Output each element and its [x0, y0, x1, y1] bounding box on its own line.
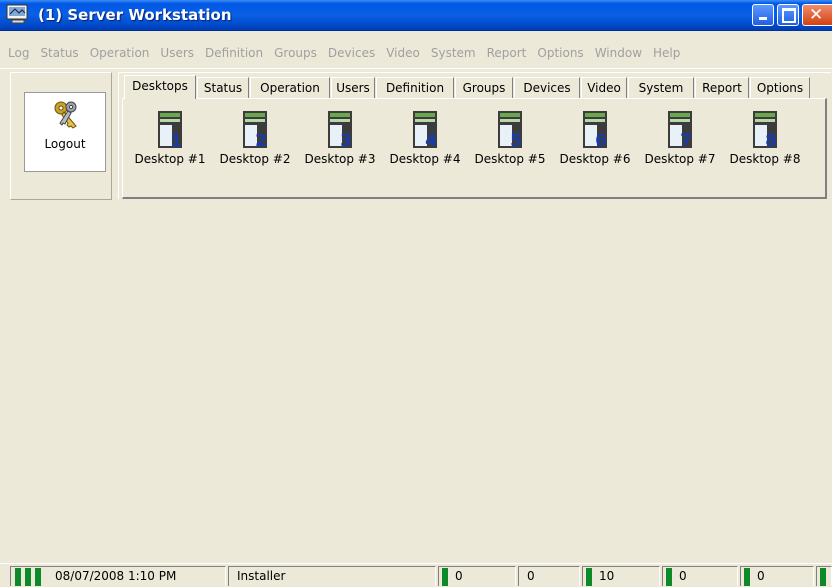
tab-operation[interactable]: Operation	[250, 77, 330, 98]
menu-log[interactable]: Log	[3, 46, 35, 60]
title-bar[interactable]: (1) Server Workstation ✕	[0, 0, 832, 31]
status-indicator	[442, 568, 448, 586]
menu-operation[interactable]: Operation	[85, 46, 156, 60]
desktop-label: Desktop #6	[559, 152, 631, 166]
desktop-icon: 3	[328, 111, 352, 150]
desktop-icon: 6	[583, 111, 607, 150]
menu-users[interactable]: Users	[155, 46, 200, 60]
svg-text:6: 6	[595, 131, 607, 150]
status-user-field: Installer	[228, 566, 436, 586]
menu-video[interactable]: Video	[381, 46, 426, 60]
tab-report[interactable]: Report	[695, 77, 749, 98]
desktop-button-2[interactable]: 2 Desktop #2	[214, 110, 296, 170]
desktop-icon: 7	[668, 111, 692, 150]
desktop-button-7[interactable]: 7 Desktop #7	[639, 110, 721, 170]
maximize-icon	[782, 8, 796, 23]
menu-definition[interactable]: Definition	[200, 46, 269, 60]
desktop-icon: 5	[498, 111, 522, 150]
desktop-button-3[interactable]: 3 Desktop #3	[299, 110, 381, 170]
status-indicator	[744, 568, 750, 586]
close-icon: ✕	[809, 5, 824, 25]
desktop-label: Desktop #2	[219, 152, 291, 166]
status-counter-field: 10	[582, 566, 660, 586]
menu-window[interactable]: Window	[590, 46, 648, 60]
tab-devices[interactable]: Devices	[514, 77, 580, 98]
desktop-label: Desktop #5	[474, 152, 546, 166]
menu-system[interactable]: System	[426, 46, 482, 60]
menu-options[interactable]: Options	[532, 46, 589, 60]
minimize-icon	[759, 17, 767, 20]
svg-text:4: 4	[425, 131, 437, 150]
desktop-label: Desktop #1	[134, 152, 206, 166]
status-counter: 0	[527, 569, 535, 583]
desktop-icon: 2	[243, 111, 267, 150]
tab-groups[interactable]: Groups	[455, 77, 513, 98]
menu-devices[interactable]: Devices	[323, 46, 381, 60]
tab-users[interactable]: Users	[331, 77, 375, 98]
status-datetime: 08/07/2008 1:10 PM	[55, 569, 177, 583]
desktop-icon: 1	[158, 111, 182, 150]
status-counter: 0	[679, 569, 687, 583]
desktop-icon: 8	[753, 111, 777, 150]
status-datetime-field: 08/07/2008 1:10 PM	[10, 566, 226, 586]
svg-text:8: 8	[765, 131, 777, 150]
workstation-app-icon[interactable]	[6, 3, 30, 25]
keys-icon	[54, 101, 77, 129]
svg-text:2: 2	[255, 131, 267, 150]
desktop-label: Desktop #8	[729, 152, 801, 166]
close-button[interactable]: ✕	[802, 4, 832, 26]
status-user: Installer	[237, 569, 286, 583]
window-title: (1) Server Workstation	[38, 6, 232, 24]
desktop-label: Desktop #7	[644, 152, 716, 166]
desktop-button-8[interactable]: 8 Desktop #8	[724, 110, 806, 170]
menu-groups[interactable]: Groups	[269, 46, 323, 60]
tab-definition[interactable]: Definition	[376, 77, 454, 98]
tab-system[interactable]: System	[628, 77, 694, 98]
status-end-field	[816, 566, 832, 586]
desktop-label: Desktop #3	[304, 152, 376, 166]
status-counter-field: 0	[740, 566, 814, 586]
tab-status[interactable]: Status	[197, 77, 249, 98]
svg-text:3: 3	[340, 131, 352, 150]
menu-help[interactable]: Help	[648, 46, 686, 60]
menu-status[interactable]: Status	[35, 46, 84, 60]
minimize-button[interactable]	[752, 4, 774, 26]
desktop-label: Desktop #4	[389, 152, 461, 166]
status-indicator	[15, 568, 21, 586]
svg-text:1: 1	[170, 131, 182, 150]
desktop-button-4[interactable]: 4 Desktop #4	[384, 110, 466, 170]
status-indicator	[586, 568, 592, 586]
main-workspace[interactable]	[0, 207, 832, 563]
desktop-button-1[interactable]: 1 Desktop #1	[129, 110, 211, 170]
status-counter-field: 0	[518, 566, 580, 586]
maximize-button[interactable]	[777, 4, 799, 26]
tab-options[interactable]: Options	[750, 77, 810, 98]
status-indicator	[820, 568, 826, 586]
status-counter: 0	[455, 569, 463, 583]
status-counter: 10	[599, 569, 615, 583]
logout-label: Logout	[44, 137, 86, 151]
tab-video[interactable]: Video	[581, 77, 627, 98]
desktop-button-6[interactable]: 6 Desktop #6	[554, 110, 636, 170]
status-counter-field: 0	[438, 566, 516, 586]
svg-text:7: 7	[680, 131, 692, 150]
tab-desktops[interactable]: Desktops	[124, 75, 196, 99]
menu-bar: Log Status Operation Users Definition Groups D…	[0, 44, 832, 62]
desktop-button-5[interactable]: 5 Desktop #5	[469, 110, 551, 170]
status-indicator	[666, 568, 672, 586]
logout-button[interactable]: Logout	[24, 92, 106, 172]
svg-text:5: 5	[510, 131, 522, 150]
desktop-icon: 4	[413, 111, 437, 150]
status-indicator	[35, 568, 41, 586]
status-counter-field: 0	[662, 566, 738, 586]
menu-report[interactable]: Report	[482, 46, 533, 60]
status-counter: 0	[757, 569, 765, 583]
status-indicator	[25, 568, 31, 586]
